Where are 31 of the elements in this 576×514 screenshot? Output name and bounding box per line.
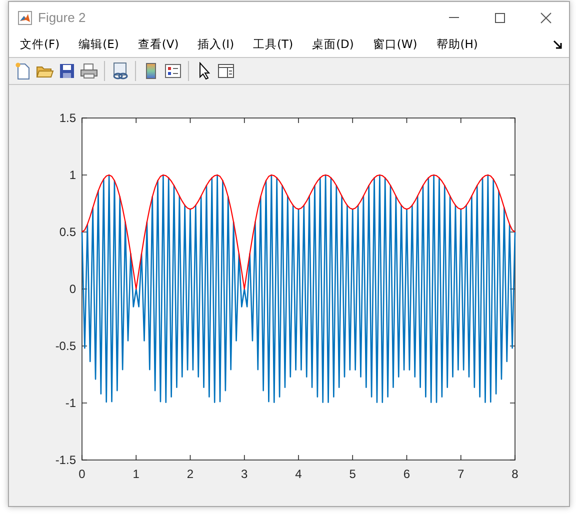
menu-item[interactable]: 桌面(D) — [307, 34, 359, 56]
menu-item[interactable]: 文件(F) — [15, 34, 65, 56]
x-tick-label: 1 — [132, 467, 140, 481]
menu-item[interactable]: 编辑(E) — [74, 34, 124, 56]
y-tick-label: 1 — [69, 168, 76, 182]
y-tick-label: -1.5 — [55, 453, 76, 467]
minimize-icon — [449, 17, 459, 18]
close-icon — [540, 12, 552, 24]
y-tick-label: 1.5 — [59, 111, 76, 125]
app-icon — [18, 10, 32, 24]
dock-icon[interactable] — [553, 40, 563, 50]
window-title: Figure 2 — [38, 8, 86, 27]
menu-item[interactable]: 帮助(H) — [431, 34, 483, 56]
menu-item[interactable]: 插入(I) — [192, 34, 240, 56]
y-tick-label: 0.5 — [59, 225, 76, 239]
x-tick-label: 8 — [512, 467, 518, 481]
x-tick-label: 3 — [241, 467, 248, 481]
y-tick-label: 0 — [69, 282, 76, 296]
x-tick-label: 4 — [295, 467, 302, 481]
maximize-icon — [494, 12, 506, 24]
menu-item[interactable]: 查看(V) — [132, 34, 184, 56]
menu-item[interactable]: 工具(T) — [248, 34, 298, 56]
x-tick-label: 0 — [78, 467, 86, 481]
x-tick-label: 5 — [349, 467, 356, 481]
x-tick-label: 6 — [403, 467, 410, 481]
x-tick-label: 2 — [186, 467, 194, 481]
y-tick-label: -1 — [65, 396, 76, 410]
x-tick-label: 7 — [458, 467, 464, 481]
y-tick-label: -0.5 — [55, 339, 76, 353]
menu-item[interactable]: 窗口(W) — [368, 34, 422, 56]
colorbar-icon — [145, 62, 157, 80]
